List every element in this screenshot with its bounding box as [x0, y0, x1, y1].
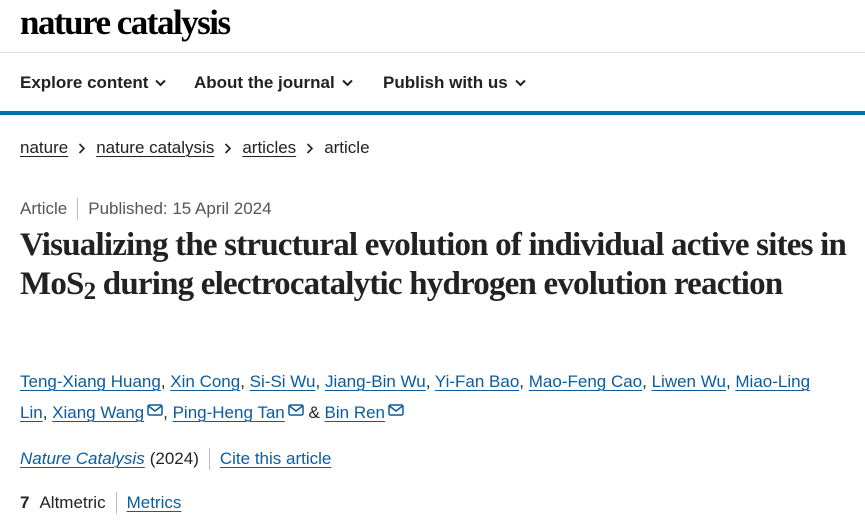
author-separator: ,: [425, 372, 435, 391]
author-separator: ,: [725, 372, 736, 391]
author-list: Teng-Xiang Huang, Xin Cong, Si-Si Wu, Ji…: [20, 366, 840, 428]
author-separator: ,: [240, 372, 250, 391]
altmetric-score: 7: [20, 493, 30, 512]
author-link[interactable]: Xiang Wang: [52, 403, 144, 422]
chevron-down-icon: [514, 79, 526, 87]
nav-publish-with-us[interactable]: Publish with us: [383, 73, 526, 93]
chevron-right-icon: [79, 142, 86, 154]
site-logo[interactable]: nature catalysis: [20, 3, 231, 43]
chevron-right-icon: [225, 142, 232, 154]
chevron-down-icon: [342, 79, 353, 87]
citation-divider: [208, 448, 210, 470]
author-separator: ,: [163, 403, 173, 422]
author-link[interactable]: Teng-Xiang Huang: [20, 372, 161, 391]
article-title: Visualizing the structural evolution of …: [20, 226, 850, 304]
breadcrumb-articles[interactable]: articles: [242, 138, 296, 158]
author-separator: ,: [160, 372, 171, 391]
author-separator: ,: [42, 403, 53, 422]
author-separator: ,: [315, 372, 325, 391]
nav-label: Publish with us: [383, 73, 508, 92]
nav-explore-content[interactable]: Explore content: [20, 73, 167, 93]
metrics-divider: [115, 492, 117, 514]
main-nav: Explore content About the journal Publis…: [0, 53, 865, 111]
meta-divider: [77, 198, 79, 220]
breadcrumb: nature nature catalysis articles article: [20, 138, 370, 158]
altmetric-label: Altmetric: [39, 493, 106, 512]
author-link[interactable]: Mao-Feng Cao: [529, 372, 642, 391]
nav-about-journal[interactable]: About the journal: [194, 73, 353, 93]
envelope-icon[interactable]: [147, 404, 163, 416]
breadcrumb-current: article: [324, 138, 370, 157]
breadcrumb-nature-catalysis[interactable]: nature catalysis: [96, 138, 214, 158]
chevron-right-icon: [307, 142, 314, 154]
journal-link[interactable]: Nature Catalysis: [20, 449, 145, 469]
nav-label: About the journal: [194, 73, 335, 92]
citation-line: Nature Catalysis (2024) Cite this articl…: [20, 448, 331, 470]
author-link[interactable]: Si-Si Wu: [250, 372, 316, 391]
article-type: Article: [20, 199, 68, 218]
published-date: Published: 15 April 2024: [88, 199, 272, 218]
cite-article-link[interactable]: Cite this article: [220, 449, 331, 469]
author-link[interactable]: Liwen Wu: [652, 372, 726, 391]
author-separator: ,: [519, 372, 529, 391]
envelope-icon[interactable]: [388, 404, 404, 416]
author-separator: ,: [642, 372, 652, 391]
publication-year: (2024): [149, 449, 199, 468]
article-metrics: 7 Altmetric Metrics: [20, 492, 181, 514]
author-separator-ampersand: &: [303, 403, 325, 422]
title-text-part2: during electrocatalytic hydrogen evoluti…: [95, 266, 783, 302]
article-meta: Article Published: 15 April 2024: [20, 198, 272, 220]
author-link[interactable]: Jiang-Bin Wu: [325, 372, 426, 391]
author-link[interactable]: Bin Ren: [325, 403, 385, 422]
breadcrumb-nature[interactable]: nature: [20, 138, 68, 158]
nav-label: Explore content: [20, 73, 149, 92]
title-subscript: 2: [83, 278, 96, 305]
author-link[interactable]: Ping-Heng Tan: [173, 403, 285, 422]
envelope-icon[interactable]: [287, 404, 304, 416]
author-link[interactable]: Yi-Fan Bao: [435, 372, 519, 391]
chevron-down-icon: [155, 79, 167, 87]
nav-divider: [0, 111, 865, 115]
author-link[interactable]: Xin Cong: [170, 372, 240, 391]
metrics-link[interactable]: Metrics: [127, 493, 182, 513]
site-header: nature catalysis: [0, 0, 865, 53]
